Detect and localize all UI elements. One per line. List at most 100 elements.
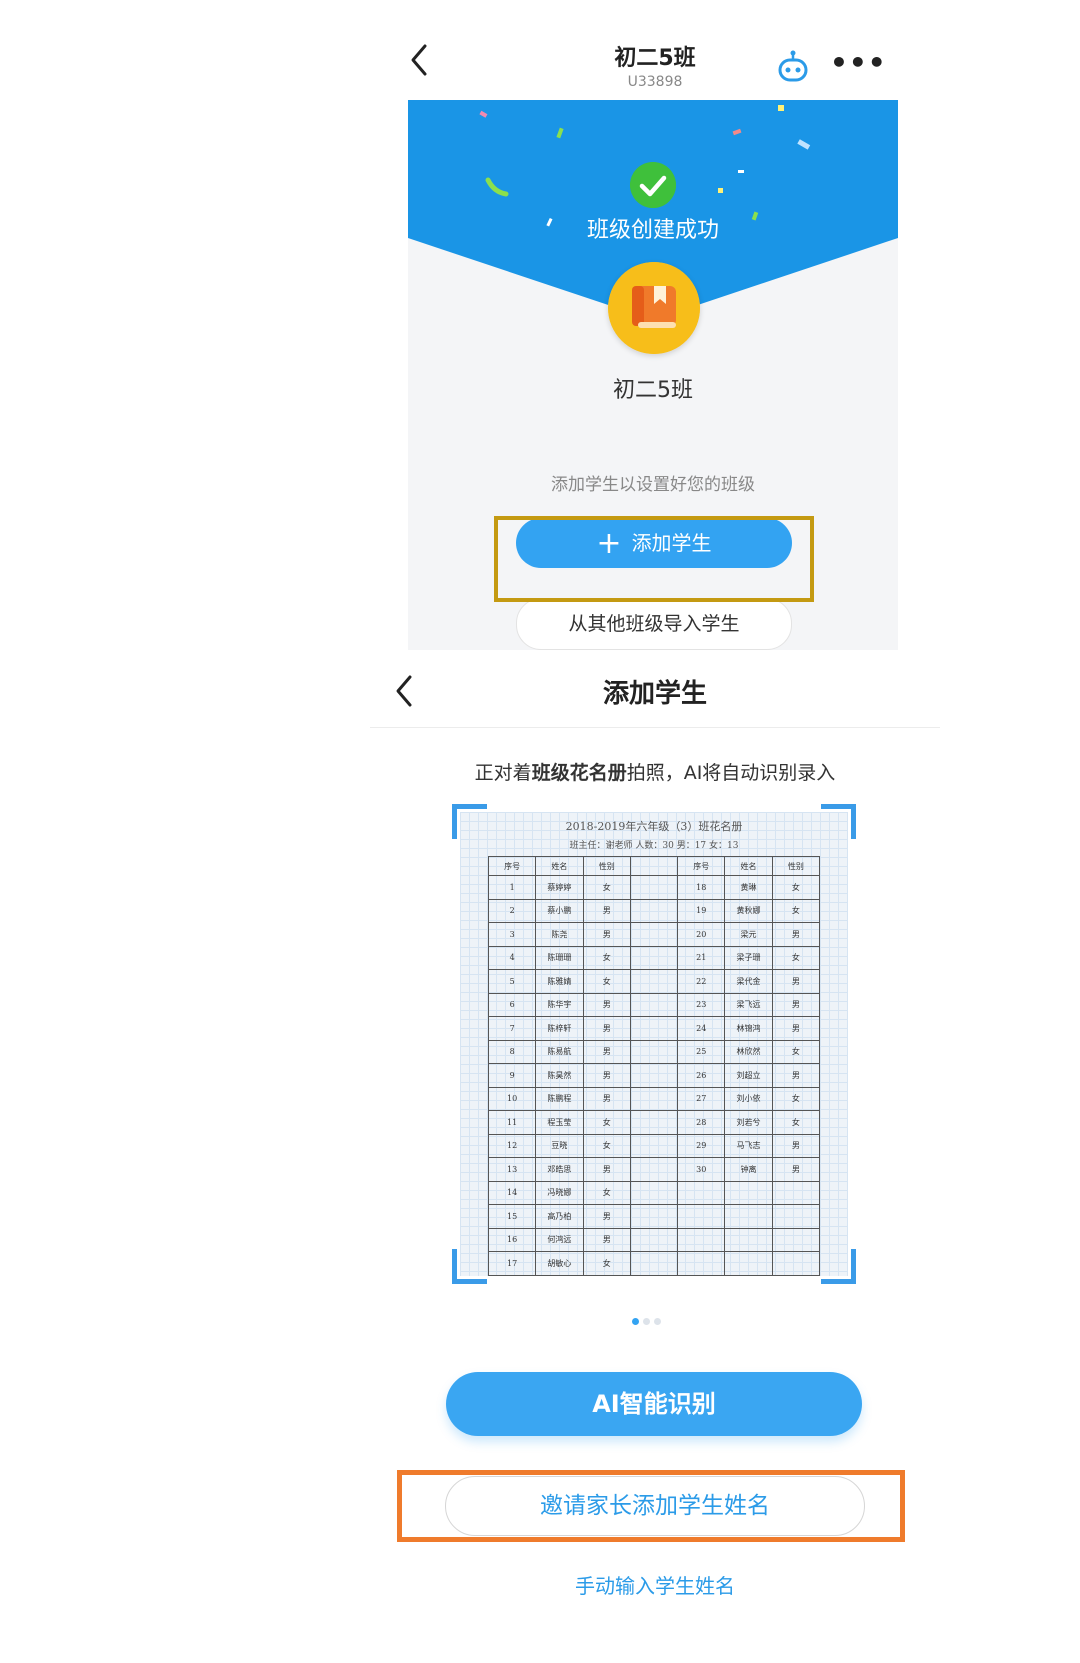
more-menu-icon[interactable]: ••• <box>830 46 886 79</box>
class-book-icon <box>608 262 700 354</box>
roster-cell: 12 <box>487 1133 537 1158</box>
table-row: 16 何鸿远男 <box>487 1227 821 1252</box>
roster-cell: 9 <box>487 1063 537 1088</box>
scan-corner-bottom-right <box>821 1249 856 1284</box>
roster-cell: 何鸿远 <box>535 1227 584 1252</box>
roster-cell: 13 <box>487 1157 537 1182</box>
roster-cell: 11 <box>487 1110 537 1135</box>
roster-cell: 陈梓轩 <box>535 1016 584 1041</box>
roster-cell: 男 <box>771 922 821 947</box>
roster-cell: 男 <box>771 1016 821 1041</box>
pagination-dot[interactable] <box>643 1318 650 1325</box>
roster-cell: 1 <box>487 875 537 900</box>
roster-cell: 女 <box>582 1133 631 1158</box>
roster-cell: 女 <box>582 945 631 970</box>
roster-cell: 男 <box>771 969 821 994</box>
roster-cell: 男 <box>582 922 631 947</box>
roster-cell: 28 <box>677 1110 726 1135</box>
roster-cell: 25 <box>677 1039 726 1064</box>
roster-cell: 林锦鸿 <box>724 1016 773 1041</box>
roster-cell: 23 <box>677 992 726 1017</box>
roster-cell <box>629 1251 679 1276</box>
roster-cell <box>629 875 679 900</box>
table-row: 9 陈昊然男 26 刘超立男 <box>487 1063 821 1088</box>
top-nav-bar: 初二5班 U33898 ••• <box>405 30 905 100</box>
roster-cell: 14 <box>487 1180 537 1205</box>
roster-cell <box>629 922 679 947</box>
roster-cell: 黄琳 <box>724 875 773 900</box>
table-row: 12 豆晓女 29 马飞志男 <box>487 1133 821 1158</box>
roster-cell: 18 <box>677 875 726 900</box>
table-row: 15 高乃柏男 <box>487 1204 821 1229</box>
roster-cell: 男 <box>582 1204 631 1229</box>
roster-cell: 29 <box>677 1133 726 1158</box>
roster-info: 班主任：谢老师 人数：30 男：17 女：13 <box>569 841 739 851</box>
roster-cell: 女 <box>582 1110 631 1135</box>
table-row: 7 陈梓轩男 24 林锦鸿男 <box>487 1016 821 1041</box>
roster-cell: 梁代金 <box>724 969 773 994</box>
roster-cell <box>771 1180 821 1205</box>
roster-cell: 女 <box>771 945 821 970</box>
roster-header-cell: 性别 <box>771 856 821 876</box>
pagination-dot[interactable] <box>654 1318 661 1325</box>
roster-cell <box>677 1227 726 1252</box>
scan-instruction: 正对着班级花名册拍照，AI将自动识别录入 <box>370 758 940 785</box>
roster-cell: 梁元 <box>724 922 773 947</box>
scan-corner-bottom-left <box>452 1249 487 1284</box>
roster-cell: 21 <box>677 945 726 970</box>
roster-cell: 陈雅婧 <box>535 969 584 994</box>
page-title: 添加学生 <box>602 679 707 709</box>
roster-cell: 梁飞远 <box>724 992 773 1017</box>
roster-cell: 陈昊然 <box>535 1063 584 1088</box>
roster-cell: 女 <box>582 969 631 994</box>
roster-cell: 陈尧 <box>535 922 584 947</box>
roster-cell: 陈鹏程 <box>535 1086 584 1111</box>
table-row: 14 冯晓娜女 <box>487 1180 821 1205</box>
roster-cell: 高乃柏 <box>535 1204 584 1229</box>
table-row: 11 程玉莹女 28 刘若兮女 <box>487 1110 821 1135</box>
manual-input-link[interactable]: 手动输入学生姓名 <box>370 1570 940 1599</box>
roster-cell: 女 <box>771 875 821 900</box>
roster-cell: 24 <box>677 1016 726 1041</box>
robot-assistant-icon[interactable] <box>775 50 811 86</box>
roster-cell: 6 <box>487 992 537 1017</box>
roster-cell <box>771 1251 821 1276</box>
roster-cell: 陈易航 <box>535 1039 584 1064</box>
instruction-emphasis: 班级花名册 <box>531 762 627 784</box>
roster-cell: 女 <box>771 1039 821 1064</box>
roster-cell: 陈珊珊 <box>535 945 584 970</box>
roster-cell <box>629 898 679 923</box>
roster-cell: 26 <box>677 1063 726 1088</box>
roster-cell <box>629 1039 679 1064</box>
roster-header-cell <box>629 856 679 876</box>
roster-cell: 梁子珊 <box>724 945 773 970</box>
roster-header-cell: 序号 <box>677 856 726 876</box>
pagination-dot[interactable] <box>632 1318 639 1325</box>
roster-cell: 16 <box>487 1227 537 1252</box>
roster-cell: 女 <box>582 1180 631 1205</box>
highlight-box-gold <box>494 516 814 602</box>
roster-cell: 刘若兮 <box>724 1110 773 1135</box>
roster-header-cell: 性别 <box>582 856 631 876</box>
roster-cell: 男 <box>582 898 631 923</box>
roster-cell: 5 <box>487 969 537 994</box>
roster-cell: 30 <box>677 1157 726 1182</box>
import-from-other-class-button[interactable]: 从其他班级导入学生 <box>516 598 792 650</box>
roster-cell: 27 <box>677 1086 726 1111</box>
instruction-suffix: 拍照，AI将自动识别录入 <box>626 762 836 784</box>
ai-recognize-button[interactable]: AI智能识别 <box>446 1372 862 1436</box>
success-message: 班级创建成功 <box>586 218 719 243</box>
table-row: 17 胡敏心女 <box>487 1251 821 1276</box>
roster-cell: 男 <box>582 1039 631 1064</box>
table-row: 3 陈尧男 20 梁元男 <box>487 922 821 947</box>
roster-cell: 豆晓 <box>535 1133 584 1158</box>
roster-cell <box>677 1251 726 1276</box>
roster-cell: 19 <box>677 898 726 923</box>
roster-cell: 男 <box>582 1063 631 1088</box>
table-row: 4 陈珊珊女 21 梁子珊女 <box>487 945 821 970</box>
roster-cell: 2 <box>487 898 537 923</box>
roster-cell: 15 <box>487 1204 537 1229</box>
roster-cell: 黄秋娜 <box>724 898 773 923</box>
roster-cell: 20 <box>677 922 726 947</box>
roster-cell <box>629 1204 679 1229</box>
